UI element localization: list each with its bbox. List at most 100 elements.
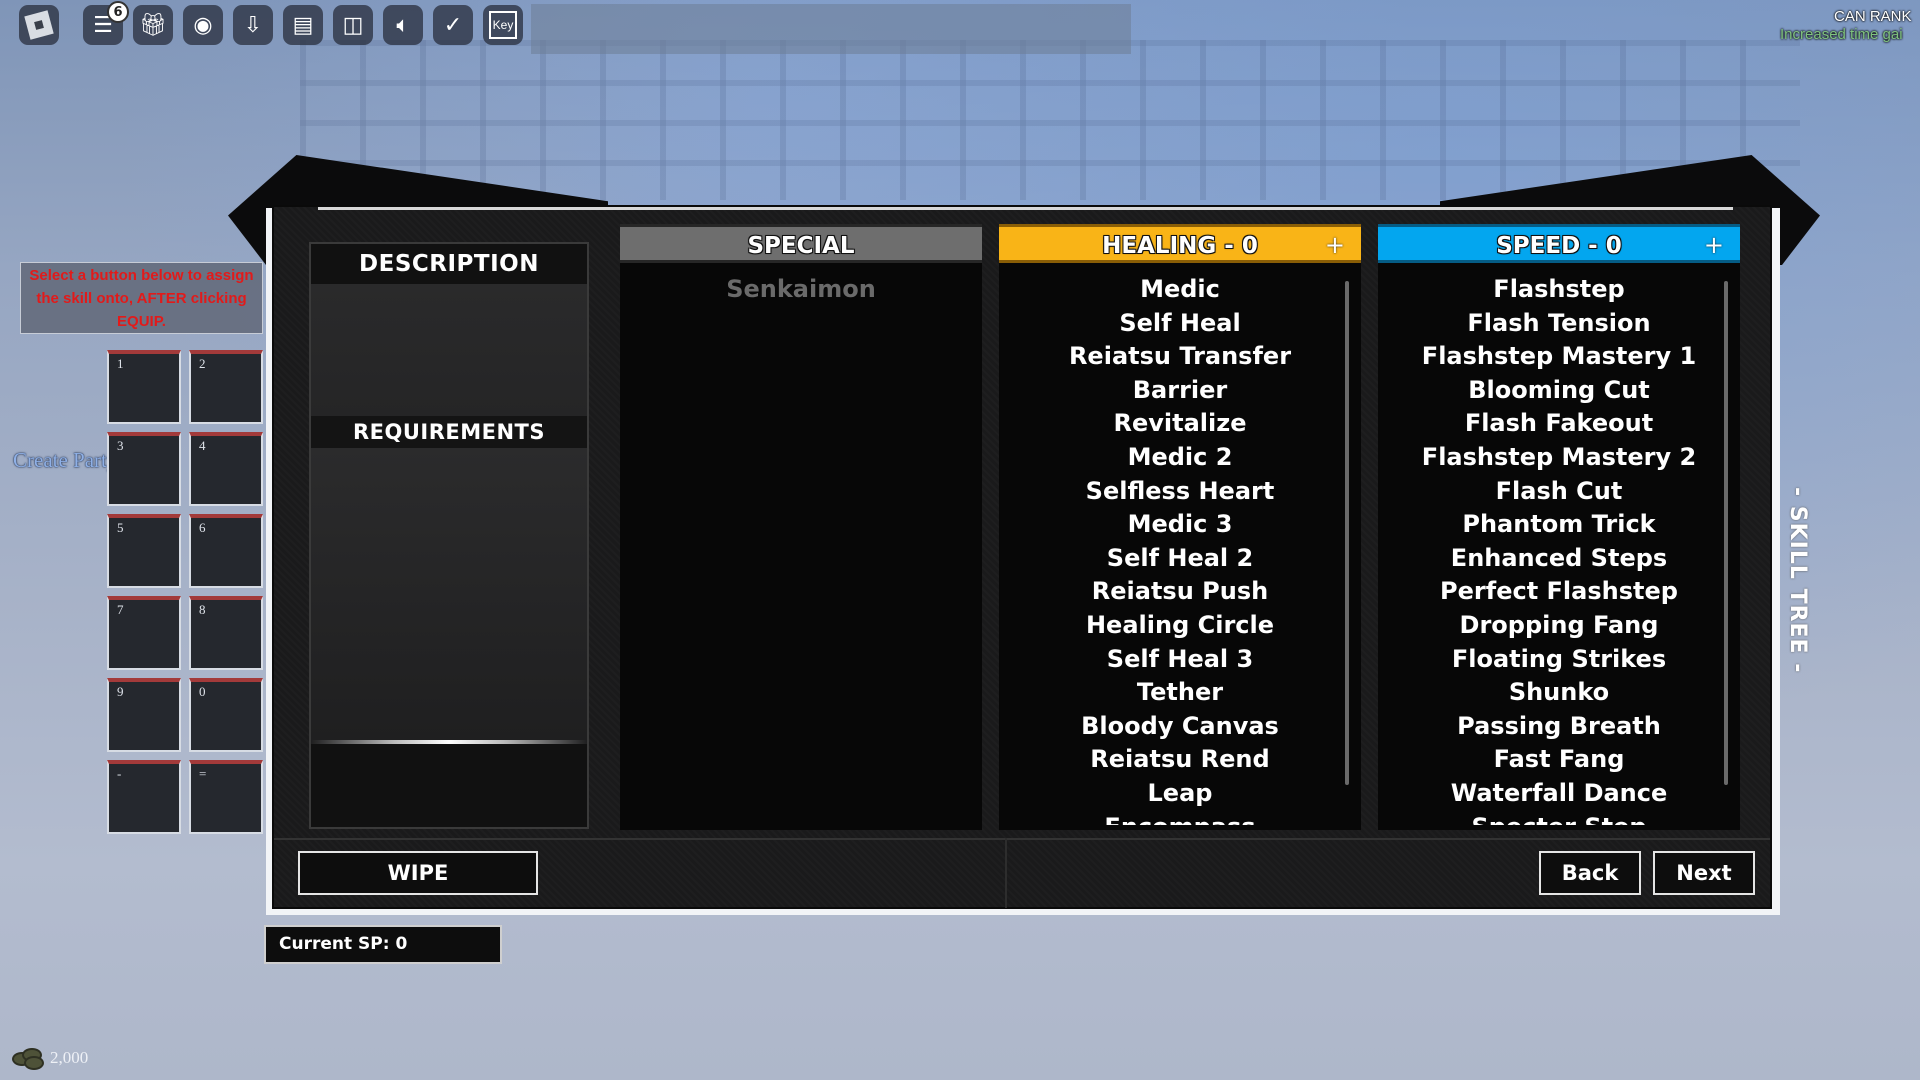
back-button[interactable]: Back [1539, 851, 1641, 895]
healing-column: HEALING - 0 + Medic Self Heal Reiatsu Tran… [999, 224, 1361, 830]
skill-item[interactable]: Medic 2 [999, 441, 1361, 475]
slot-key-label: = [199, 766, 207, 781]
hotbar-slot[interactable]: 8 [189, 596, 263, 670]
description-body [311, 284, 587, 416]
top-blur-bar [531, 4, 1131, 54]
hotbar-slot[interactable]: 5 [107, 514, 181, 588]
hotbar-slot[interactable]: - [107, 760, 181, 834]
rank-notice: CAN RANK Increased time gai [1780, 8, 1920, 43]
skill-item[interactable]: Flash Cut [1378, 475, 1740, 509]
skill-item[interactable]: Flashstep [1378, 273, 1740, 307]
skill-item[interactable]: Healing Circle [999, 609, 1361, 643]
skill-item[interactable]: Medic 3 [999, 508, 1361, 542]
top-toolbar: ☰ 6 🎁︎ ◉ ⇩ ▤ ◫ 🔈︎ ✓ Key [19, 1, 523, 45]
skill-item[interactable]: Revitalize [999, 407, 1361, 441]
download-button[interactable]: ⇩ [233, 5, 273, 45]
skill-item[interactable]: Enhanced Steps [1378, 542, 1740, 576]
healing-scrollbar[interactable] [1345, 281, 1349, 785]
special-title: SPECIAL [747, 233, 855, 259]
speed-skill-list[interactable]: Flashstep Flash Tension Flashstep Mastery … [1378, 263, 1740, 825]
roblox-menu-button[interactable] [19, 5, 59, 45]
description-box: DESCRIPTION REQUIREMENTS [309, 242, 589, 829]
skill-item[interactable]: Flash Fakeout [1378, 407, 1740, 441]
speaker-icon: 🔈︎ [396, 12, 410, 38]
assign-hint: Select a button below to assign the skil… [20, 262, 263, 334]
create-party-button[interactable]: Create Party [13, 448, 117, 473]
slot-key-label: 4 [199, 438, 206, 453]
hotbar-slot[interactable]: 1 [107, 350, 181, 424]
healing-title: HEALING - 0 [1102, 233, 1258, 259]
special-column: SPECIAL Senkaimon [620, 224, 982, 830]
skill-item[interactable]: Passing Breath [1378, 710, 1740, 744]
run-button[interactable]: ✓ [433, 5, 473, 45]
speed-scrollbar[interactable] [1724, 281, 1728, 785]
chat-button[interactable]: ☰ 6 [83, 1, 129, 45]
runner-icon: ✓ [443, 12, 463, 38]
sound-button[interactable]: 🔈︎ [383, 5, 423, 45]
skill-item[interactable]: Flashstep Mastery 1 [1378, 340, 1740, 374]
hotbar-slot[interactable]: 7 [107, 596, 181, 670]
healing-plus-icon[interactable]: + [1325, 227, 1345, 264]
healing-skill-list[interactable]: Medic Self Heal Reiatsu Transfer Barrier Rev… [999, 263, 1361, 825]
special-skill-list[interactable]: Senkaimon [620, 263, 982, 825]
skill-item[interactable]: Floating Strikes [1378, 643, 1740, 677]
skill-item[interactable]: Tether [999, 676, 1361, 710]
skill-item[interactable]: Self Heal 2 [999, 542, 1361, 576]
hotbar-slots: 1 2 3 4 5 6 7 8 9 0 - = [107, 350, 263, 834]
slot-key-label: 6 [199, 520, 206, 535]
roblox-logo-icon [24, 10, 54, 40]
skill-item[interactable]: Barrier [999, 374, 1361, 408]
chat-badge: 6 [107, 1, 129, 23]
hotbar-slot[interactable]: 9 [107, 678, 181, 752]
door-icon: ◫ [342, 12, 364, 38]
description-title: DESCRIPTION [311, 244, 587, 284]
special-header: SPECIAL [620, 224, 982, 263]
skill-item[interactable]: Leap [999, 777, 1361, 811]
skill-item[interactable]: Self Heal [999, 307, 1361, 341]
skill-item[interactable]: Medic [999, 273, 1361, 307]
hotbar-slot[interactable]: 3 [107, 432, 181, 506]
skill-item[interactable]: Self Heal 3 [999, 643, 1361, 677]
slot-key-label: 0 [199, 684, 206, 699]
hotbar-slot[interactable]: 0 [189, 678, 263, 752]
hotbar-slot[interactable]: 4 [189, 432, 263, 506]
skill-item[interactable]: Flashstep Mastery 2 [1378, 441, 1740, 475]
rank-subtitle: Increased time gai [1780, 26, 1903, 43]
hotbar-slot[interactable]: = [189, 760, 263, 834]
next-button[interactable]: Next [1653, 851, 1755, 895]
skill-tree-side-label: - SKILL TREE - [1785, 486, 1810, 674]
skill-item[interactable]: Reiatsu Transfer [999, 340, 1361, 374]
skill-item[interactable]: Senkaimon [620, 273, 982, 307]
gift-button[interactable]: 🎁︎ [133, 5, 173, 45]
wipe-button[interactable]: WIPE [298, 851, 538, 895]
server-button[interactable]: ▤ [283, 5, 323, 45]
skill-item[interactable]: Shunko [1378, 676, 1740, 710]
skill-item[interactable]: Fast Fang [1378, 743, 1740, 777]
slot-key-label: 5 [117, 520, 124, 535]
speed-header: SPEED - 0 + [1378, 224, 1740, 263]
slot-key-label: 3 [117, 438, 124, 453]
skill-item[interactable]: Flash Tension [1378, 307, 1740, 341]
slot-key-label: 7 [117, 602, 124, 617]
skill-item[interactable]: Phantom Trick [1378, 508, 1740, 542]
skill-item[interactable]: Reiatsu Rend [999, 743, 1361, 777]
bottom-divider [1005, 838, 1007, 908]
skill-item[interactable]: Encompass [999, 811, 1361, 826]
skill-item[interactable]: Waterfall Dance [1378, 777, 1740, 811]
skill-item[interactable]: Blooming Cut [1378, 374, 1740, 408]
camera-icon: ◉ [193, 12, 213, 38]
skill-item[interactable]: Specter Step [1378, 811, 1740, 826]
skill-item[interactable]: Bloody Canvas [999, 710, 1361, 744]
hotbar-slot[interactable]: 6 [189, 514, 263, 588]
skill-item[interactable]: Selfless Heart [999, 475, 1361, 509]
slot-key-label: 8 [199, 602, 206, 617]
rank-title: CAN RANK [1834, 8, 1912, 25]
exit-button[interactable]: ◫ [333, 5, 373, 45]
skill-item[interactable]: Reiatsu Push [999, 575, 1361, 609]
speed-plus-icon[interactable]: + [1704, 227, 1724, 264]
skill-item[interactable]: Perfect Flashstep [1378, 575, 1740, 609]
hotbar-slot[interactable]: 2 [189, 350, 263, 424]
key-button[interactable]: Key [483, 5, 523, 45]
skill-item[interactable]: Dropping Fang [1378, 609, 1740, 643]
screenshot-button[interactable]: ◉ [183, 5, 223, 45]
